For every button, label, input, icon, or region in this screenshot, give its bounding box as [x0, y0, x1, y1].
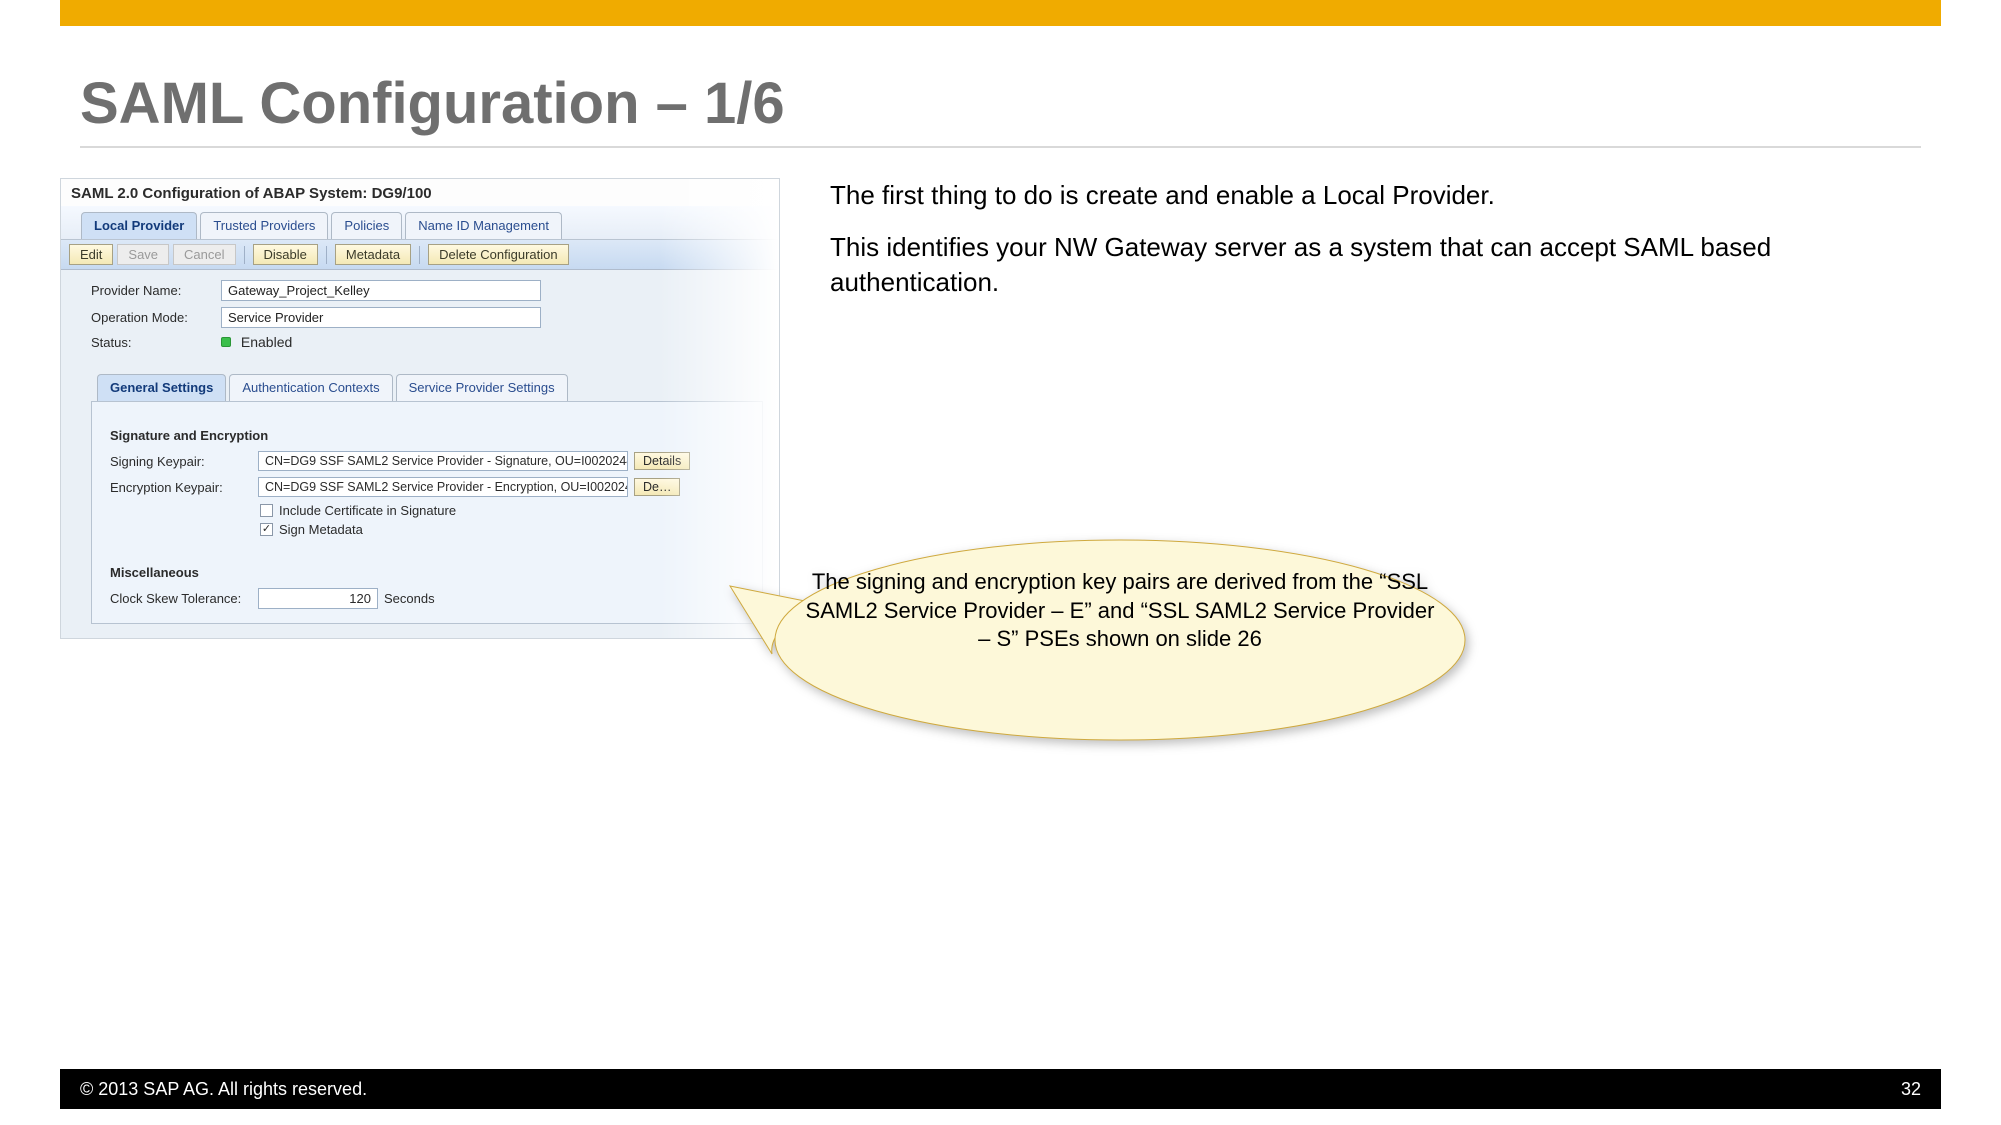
include-cert-checkbox[interactable]: [260, 504, 273, 517]
tab-sp-settings[interactable]: Service Provider Settings: [396, 374, 568, 401]
delete-config-button[interactable]: Delete Configuration: [428, 244, 569, 265]
operation-mode-label: Operation Mode:: [91, 310, 221, 325]
provider-name-label: Provider Name:: [91, 283, 221, 298]
metadata-button[interactable]: Metadata: [335, 244, 411, 265]
accent-band: [60, 0, 1941, 26]
page-number: 32: [1901, 1079, 1921, 1100]
inner-tab-row: General Settings Authentication Contexts…: [61, 360, 779, 401]
edit-button[interactable]: Edit: [69, 244, 113, 265]
callout-text: The signing and encryption key pairs are…: [800, 568, 1440, 654]
include-cert-row[interactable]: Include Certificate in Signature: [260, 503, 744, 518]
toolbar: Edit Save Cancel Disable Metadata Delete…: [61, 240, 779, 270]
clock-skew-input[interactable]: 120: [258, 588, 378, 609]
body-text: The first thing to do is create and enab…: [830, 178, 1921, 317]
tab-auth-contexts[interactable]: Authentication Contexts: [229, 374, 392, 401]
clock-skew-unit: Seconds: [384, 591, 435, 606]
tab-policies[interactable]: Policies: [331, 212, 402, 239]
slide-title: SAML Configuration – 1/6: [80, 70, 785, 137]
content-area: SAML 2.0 Configuration of ABAP System: D…: [60, 178, 1921, 1045]
tab-local-provider[interactable]: Local Provider: [81, 212, 197, 239]
separator-icon: [419, 246, 420, 264]
provider-name-input[interactable]: Gateway_Project_Kelley: [221, 280, 541, 301]
sig-enc-title: Signature and Encryption: [110, 428, 744, 443]
include-cert-label: Include Certificate in Signature: [279, 503, 456, 518]
screenshot-title: SAML 2.0 Configuration of ABAP System: D…: [61, 179, 779, 206]
signing-details-button[interactable]: Details: [634, 452, 690, 470]
body-paragraph-1: The first thing to do is create and enab…: [830, 178, 1921, 212]
provider-form: Provider Name: Gateway_Project_Kelley Op…: [61, 270, 779, 360]
encryption-details-button[interactable]: De…: [634, 478, 680, 496]
callout-bubble: The signing and encryption key pairs are…: [660, 536, 1470, 744]
operation-mode-input[interactable]: Service Provider: [221, 307, 541, 328]
copyright: © 2013 SAP AG. All rights reserved.: [80, 1079, 367, 1100]
separator-icon: [244, 246, 245, 264]
tab-name-id[interactable]: Name ID Management: [405, 212, 562, 239]
encryption-keypair-label: Encryption Keypair:: [110, 480, 258, 495]
signing-keypair-input[interactable]: CN=DG9 SSF SAML2 Service Provider - Sign…: [258, 451, 628, 471]
body-paragraph-2: This identifies your NW Gateway server a…: [830, 230, 1921, 299]
sign-metadata-checkbox[interactable]: ✓: [260, 523, 273, 536]
footer-bar: © 2013 SAP AG. All rights reserved. 32: [60, 1069, 1941, 1109]
title-rule: [80, 146, 1921, 148]
cancel-button: Cancel: [173, 244, 235, 265]
separator-icon: [326, 246, 327, 264]
sign-metadata-label: Sign Metadata: [279, 522, 363, 537]
status-value: Enabled: [221, 334, 292, 350]
status-label: Status:: [91, 335, 221, 350]
tab-trusted-providers[interactable]: Trusted Providers: [200, 212, 328, 239]
disable-button[interactable]: Disable: [253, 244, 318, 265]
signing-keypair-label: Signing Keypair:: [110, 454, 258, 469]
top-tab-row: Local Provider Trusted Providers Policie…: [61, 206, 779, 240]
status-enabled-icon: [221, 337, 231, 347]
clock-skew-label: Clock Skew Tolerance:: [110, 591, 258, 606]
encryption-keypair-input[interactable]: CN=DG9 SSF SAML2 Service Provider - Encr…: [258, 477, 628, 497]
status-text: Enabled: [241, 334, 292, 350]
save-button: Save: [117, 244, 169, 265]
sign-metadata-row[interactable]: ✓ Sign Metadata: [260, 522, 744, 537]
misc-title: Miscellaneous: [110, 565, 744, 580]
tab-general-settings[interactable]: General Settings: [97, 374, 226, 401]
